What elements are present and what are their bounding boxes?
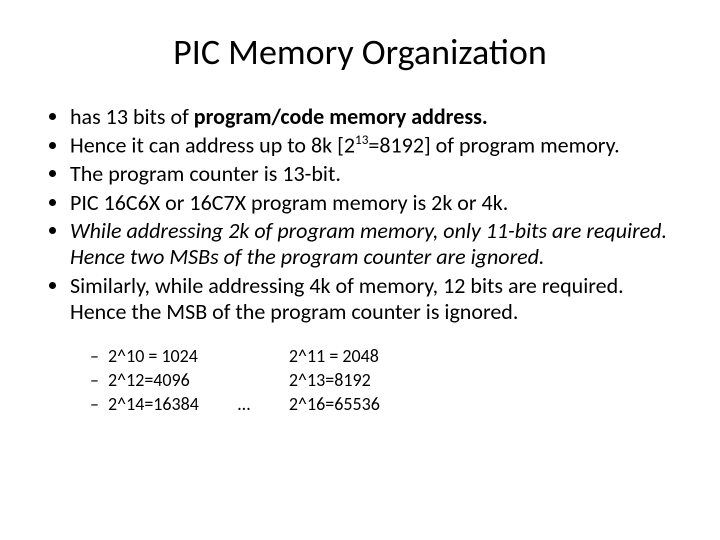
ellipsis: …	[199, 393, 289, 417]
sub-list-right: 2^11 = 2048 2^13=8192 2^16=65536	[289, 345, 380, 417]
bullet-text: Similarly, while addressing 4k of memory…	[70, 272, 624, 325]
bullet-item: Hence it can address up to 8k [213=8192]…	[70, 132, 680, 159]
sub-item: – 2^14=16384	[90, 393, 199, 415]
sub-text: 2^12=4096	[108, 369, 190, 391]
bullet-text: =8192] of program memory.	[368, 132, 619, 159]
superscript: 13	[355, 131, 368, 148]
sub-list-block: – 2^10 = 1024 – 2^12=4096 – 2^14=16384 ……	[40, 345, 680, 417]
bullet-text: Hence it can address up to 8k [2	[70, 132, 355, 159]
sub-text: 2^11 = 2048	[289, 345, 380, 367]
slide-title: PIC Memory Organization	[40, 30, 680, 74]
sub-text: 2^14=16384	[108, 393, 199, 415]
bullet-item: has 13 bits of program/code memory addre…	[70, 104, 680, 130]
bullet-list: has 13 bits of program/code memory addre…	[40, 104, 680, 325]
bullet-text: has 13 bits of	[70, 103, 194, 130]
bullet-item: The program counter is 13-bit.	[70, 161, 680, 187]
dash-marker: –	[90, 393, 108, 415]
bullet-item: While addressing 2k of program memory, o…	[70, 218, 680, 271]
sub-item: – 2^12=4096	[90, 369, 199, 391]
dash-marker: –	[90, 345, 108, 367]
bullet-item: Similarly, while addressing 4k of memory…	[70, 273, 680, 326]
bullet-bold: program/code memory address.	[194, 103, 488, 130]
bullet-text: PIC 16C6X or 16C7X program memory is 2k …	[70, 189, 508, 216]
sub-list-left: – 2^10 = 1024 – 2^12=4096 – 2^14=16384	[90, 345, 199, 417]
sub-item: – 2^10 = 1024	[90, 345, 199, 367]
bullet-text-italic: While addressing 2k of program memory, o…	[70, 217, 667, 270]
sub-text: 2^13=8192	[289, 369, 380, 391]
bullet-item: PIC 16C6X or 16C7X program memory is 2k …	[70, 190, 680, 216]
sub-text: 2^16=65536	[289, 393, 380, 415]
sub-text: 2^10 = 1024	[108, 345, 198, 367]
dash-marker: –	[90, 369, 108, 391]
bullet-text: The program counter is 13-bit.	[70, 160, 341, 187]
